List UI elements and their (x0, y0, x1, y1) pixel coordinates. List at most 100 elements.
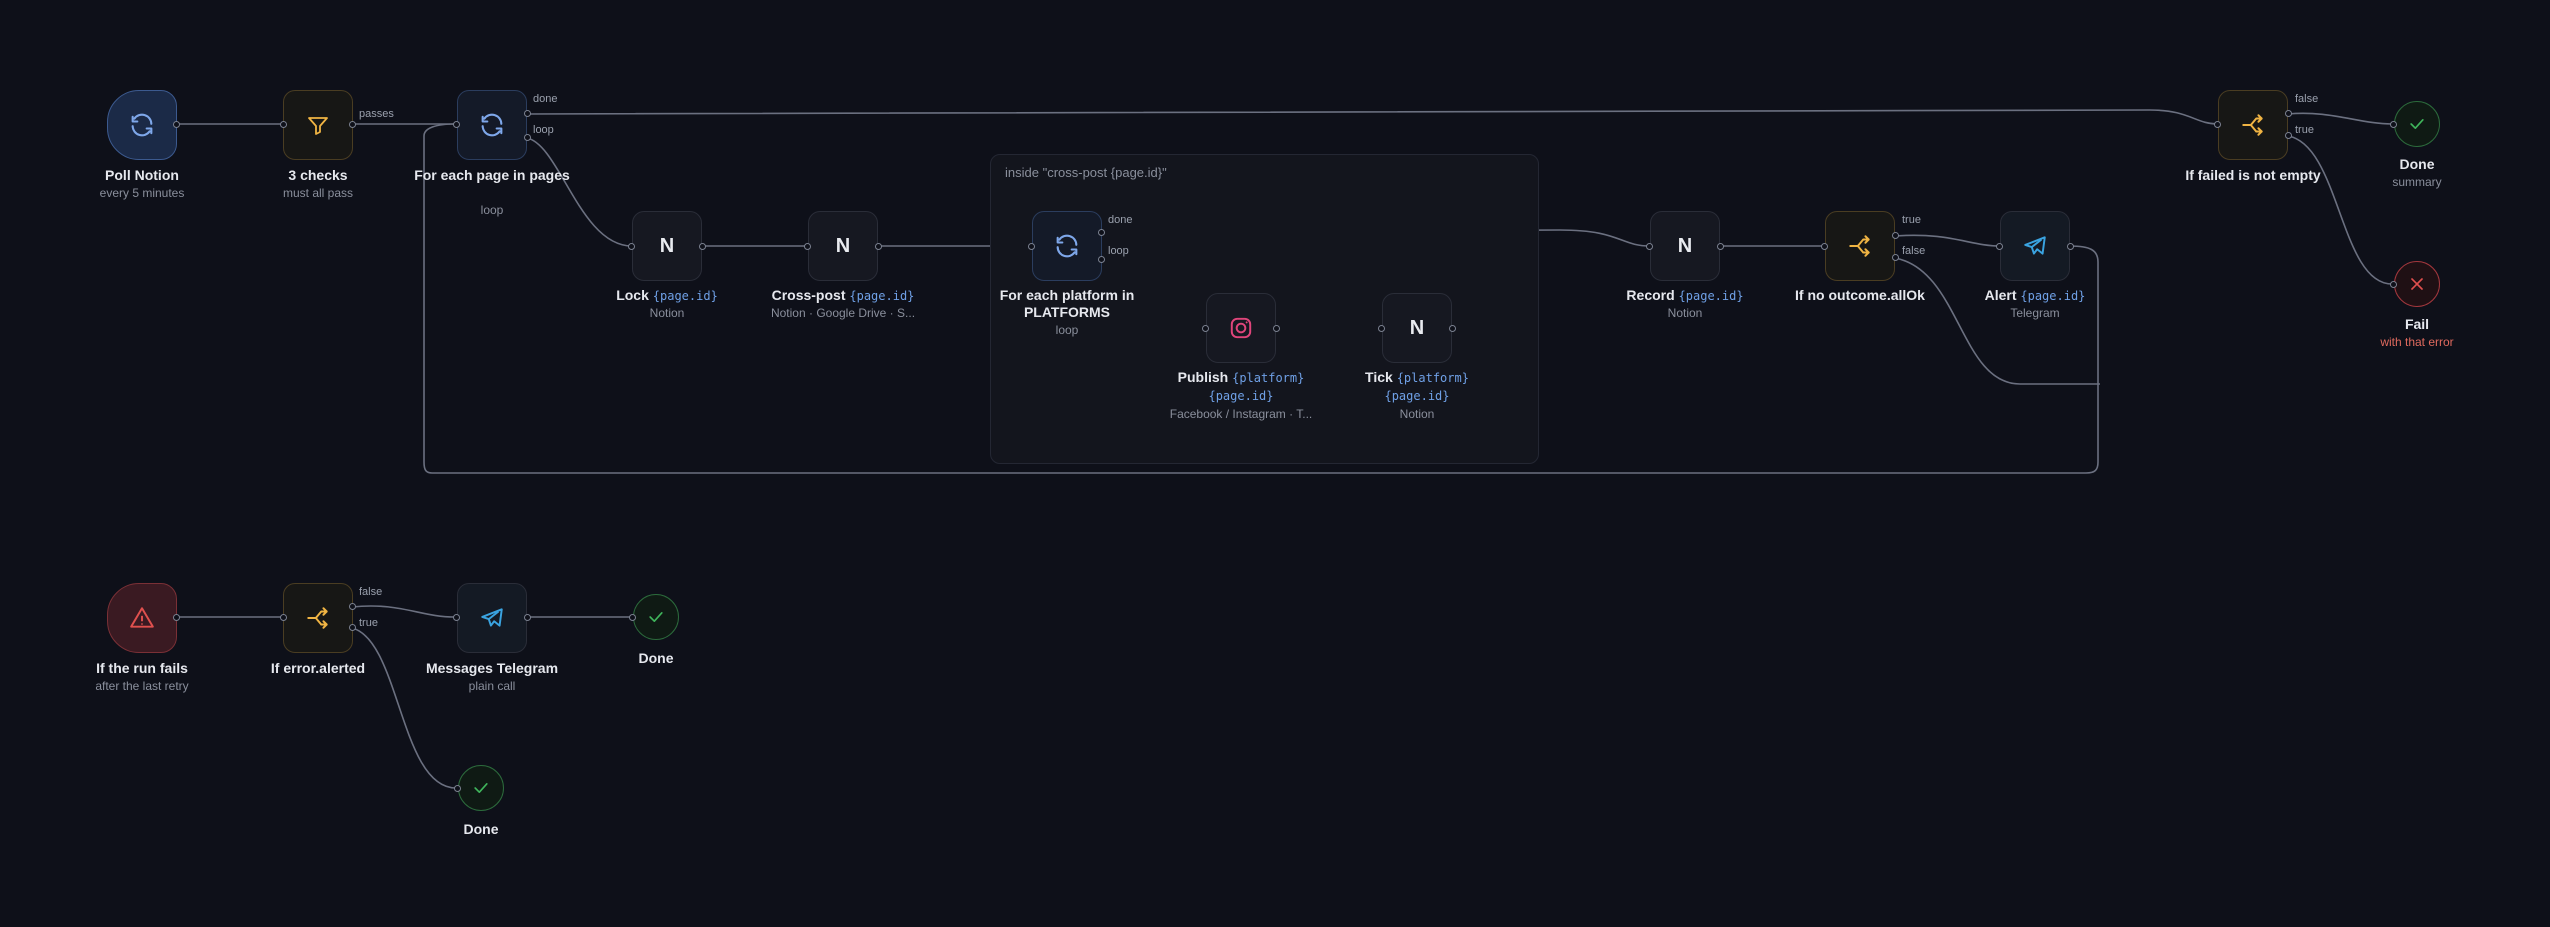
notion-icon: N (659, 234, 675, 257)
msg-telegram-sub: plain call (468, 679, 516, 693)
run-fails-sub: after the last retry (95, 679, 189, 693)
edge-ifnooutcome-false (1894, 257, 2100, 385)
publish-title: Publish {platform} {page.id} (1156, 369, 1326, 405)
instagram-icon (1230, 317, 1252, 339)
poll-sub: every 5 minutes (99, 186, 185, 200)
lock-title-code: {page.id} (652, 289, 718, 303)
run-fails-title: If the run fails (96, 660, 188, 676)
done-bottom-2-title: Done (463, 821, 499, 837)
publish-in-handle[interactable] (1202, 325, 1209, 332)
crosspost-out-handle[interactable] (875, 243, 882, 250)
if-failed-false-handle[interactable] (2285, 110, 2292, 117)
if-failed-true-handle[interactable] (2285, 132, 2292, 139)
foreach-platform-done-handle[interactable] (1098, 229, 1105, 236)
telegram-icon (481, 608, 503, 627)
msg-telegram-title: Messages Telegram (425, 660, 559, 676)
warning-icon (130, 607, 154, 628)
if-alerted-true-handle[interactable] (349, 624, 356, 631)
if-alerted-node[interactable] (283, 583, 353, 653)
loop-icon (481, 113, 503, 137)
if-no-outcome-false-handle[interactable] (1892, 254, 1899, 261)
telegram-icon (2024, 236, 2046, 255)
record-title: Record {page.id} (1600, 287, 1770, 305)
done-bottom-2-node[interactable] (458, 765, 504, 811)
foreach-page-done-handle[interactable] (524, 110, 531, 117)
lock-out-handle[interactable] (699, 243, 706, 250)
if-no-outcome-true-handle[interactable] (1892, 232, 1899, 239)
publish-out-handle[interactable] (1273, 325, 1280, 332)
edge-label-passes: passes (359, 108, 394, 120)
poll-out-handle[interactable] (173, 121, 180, 128)
if-failed-in-handle[interactable] (2214, 121, 2221, 128)
msg-telegram-out-handle[interactable] (524, 614, 531, 621)
checks-sub: must all pass (282, 186, 354, 200)
foreach-platform-loop-handle[interactable] (1098, 256, 1105, 263)
edge-ifalerted-false (351, 605, 456, 618)
record-out-handle[interactable] (1717, 243, 1724, 250)
edge-label-false-3: false (359, 586, 383, 598)
done-bottom-2-in-handle[interactable] (454, 785, 461, 792)
crosspost-in-handle[interactable] (804, 243, 811, 250)
run-fails-node[interactable] (107, 583, 177, 653)
msg-telegram-in-handle[interactable] (453, 614, 460, 621)
foreach-page-sub: loop (480, 203, 504, 217)
tick-out-handle[interactable] (1449, 325, 1456, 332)
crosspost-sub: Notion · Google Drive · S... (770, 306, 916, 320)
fail-top-in-handle[interactable] (2390, 281, 2397, 288)
done-top-title: Done (2399, 156, 2435, 172)
lock-sub: Notion (649, 306, 685, 320)
record-node[interactable]: N (1650, 211, 1720, 281)
foreach-platform-in-handle[interactable] (1028, 243, 1035, 250)
edge-label-true-3: true (359, 617, 378, 629)
publish-node[interactable] (1206, 293, 1276, 363)
edge-label-done-2: done (1108, 214, 1133, 226)
foreach-page-in-handle[interactable] (453, 121, 460, 128)
run-fails-out-handle[interactable] (173, 614, 180, 621)
done-bottom-1-in-handle[interactable] (629, 614, 636, 621)
edge-label-true-1: true (1902, 214, 1921, 226)
tick-node[interactable]: N (1382, 293, 1452, 363)
foreach-page-title: For each page in pages (414, 167, 570, 183)
crosspost-title: Cross-post {page.id} (743, 287, 943, 305)
edge-foreach-loop (526, 137, 633, 247)
notion-icon: N (1677, 234, 1693, 257)
record-in-handle[interactable] (1646, 243, 1653, 250)
alert-out-handle[interactable] (2067, 243, 2074, 250)
checks-out-handle[interactable] (349, 121, 356, 128)
done-top-node[interactable] (2394, 101, 2440, 147)
foreach-platform-node[interactable] (1032, 211, 1102, 281)
foreach-page-loop-handle[interactable] (524, 134, 531, 141)
if-alerted-in-handle[interactable] (280, 614, 287, 621)
edge-label-done-1: done (533, 93, 558, 105)
record-sub: Notion (1667, 306, 1703, 320)
if-failed-node[interactable] (2218, 90, 2288, 160)
branch-icon (2242, 114, 2263, 136)
check-icon (649, 612, 663, 622)
alert-node[interactable] (2000, 211, 2070, 281)
tick-title-code: {platform} {page.id} (1384, 371, 1469, 403)
foreach-platform-sub: loop (1055, 323, 1079, 337)
crosspost-title-code: {page.id} (849, 289, 915, 303)
alert-sub: Telegram (2010, 306, 2060, 320)
if-no-outcome-title: If no outcome.allOk (1795, 287, 1925, 303)
alert-in-handle[interactable] (1996, 243, 2003, 250)
fail-top-node[interactable] (2394, 261, 2440, 307)
lock-in-handle[interactable] (628, 243, 635, 250)
loop-icon (1056, 234, 1078, 258)
checks-node[interactable] (283, 90, 353, 160)
poll-notion-node[interactable] (107, 90, 177, 160)
msg-telegram-node[interactable] (457, 583, 527, 653)
foreach-page-node[interactable] (457, 90, 527, 160)
checks-in-handle[interactable] (280, 121, 287, 128)
if-no-outcome-node[interactable] (1825, 211, 1895, 281)
done-top-in-handle[interactable] (2390, 121, 2397, 128)
done-bottom-1-node[interactable] (633, 594, 679, 640)
crosspost-node[interactable]: N (808, 211, 878, 281)
lock-title-text: Lock (616, 287, 649, 303)
edge-label-true-2: true (2295, 124, 2314, 136)
check-icon (474, 783, 488, 793)
tick-in-handle[interactable] (1378, 325, 1385, 332)
lock-node[interactable]: N (632, 211, 702, 281)
if-alerted-false-handle[interactable] (349, 603, 356, 610)
if-no-outcome-in-handle[interactable] (1821, 243, 1828, 250)
